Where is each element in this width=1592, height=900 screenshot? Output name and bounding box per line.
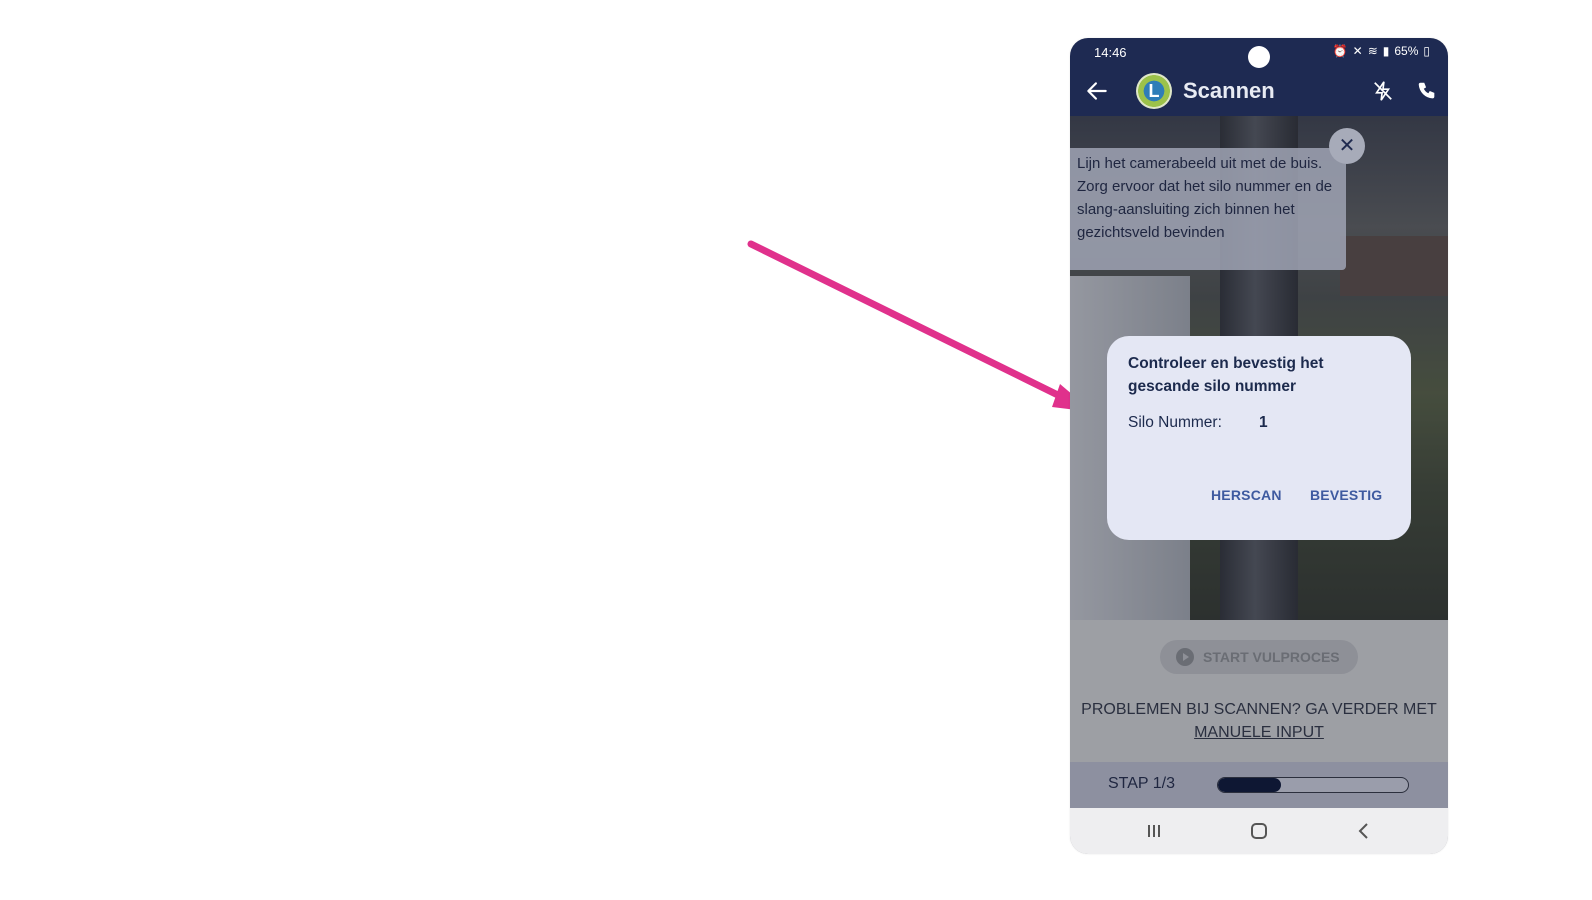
play-icon xyxy=(1176,648,1194,666)
app-bar: L Scannen xyxy=(1070,68,1448,116)
confirm-silo-dialog: Controleer en bevestig het gescande silo… xyxy=(1107,336,1411,540)
alignment-hint: Lijn het camerabeeld uit met de buis. Zo… xyxy=(1070,148,1346,270)
back-nav-icon[interactable] xyxy=(1354,821,1374,841)
herscan-button[interactable]: HERSCAN xyxy=(1211,487,1282,503)
step-progress-fill xyxy=(1218,778,1282,792)
back-arrow-icon[interactable] xyxy=(1084,78,1110,104)
phone-screen: 14:46 ⏰ ✕ ≋ ▮ 65% ▯ L Scannen Lijn het c… xyxy=(1070,38,1448,854)
battery-icon: ▯ xyxy=(1423,44,1430,58)
start-vulproces-button[interactable]: START VULPROCES xyxy=(1160,640,1358,674)
phone-icon[interactable] xyxy=(1416,80,1438,102)
scan-problem-text: PROBLEMEN BIJ SCANNEN? GA VERDER MET MAN… xyxy=(1070,698,1448,744)
home-icon[interactable] xyxy=(1249,821,1269,841)
step-bar: STAP 1/3 xyxy=(1070,762,1448,808)
bevestig-button[interactable]: BEVESTIG xyxy=(1310,487,1382,503)
recents-icon[interactable] xyxy=(1144,821,1164,841)
close-icon[interactable]: ✕ xyxy=(1329,128,1365,164)
manual-input-link[interactable]: MANUELE INPUT xyxy=(1194,724,1324,741)
wifi-icon: ≋ xyxy=(1367,44,1378,58)
battery-text: 65% xyxy=(1394,44,1419,58)
mute-icon: ✕ xyxy=(1352,44,1363,58)
step-label: STAP 1/3 xyxy=(1108,775,1175,792)
step-progress-bar xyxy=(1217,777,1409,793)
app-title: Scannen xyxy=(1183,78,1275,103)
status-time: 14:46 xyxy=(1094,45,1127,60)
flash-off-icon[interactable] xyxy=(1372,80,1394,102)
signal-icon: ▮ xyxy=(1382,44,1390,58)
start-button-label: START VULPROCES xyxy=(1203,649,1340,665)
camera-cutout xyxy=(1248,46,1270,68)
alarm-icon: ⏰ xyxy=(1332,44,1348,58)
silo-number-label: Silo Nummer: xyxy=(1128,414,1222,431)
bottom-panel: START VULPROCES PROBLEMEN BIJ SCANNEN? G… xyxy=(1070,620,1448,762)
silo-number-value: 1 xyxy=(1259,414,1268,431)
app-logo: L xyxy=(1136,73,1172,109)
problem-text-prefix: PROBLEMEN BIJ SCANNEN? GA VERDER MET xyxy=(1081,701,1437,718)
dialog-title: Controleer en bevestig het gescande silo… xyxy=(1128,355,1324,395)
system-nav-bar xyxy=(1070,808,1448,854)
